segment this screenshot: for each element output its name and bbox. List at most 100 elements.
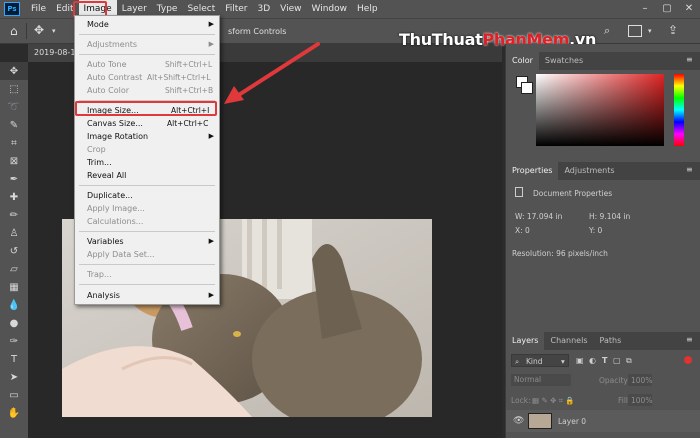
filter-search-icon: ⌕ xyxy=(515,357,520,366)
adjustment-filter-icon[interactable]: ◐ xyxy=(589,356,596,365)
minimize-icon[interactable]: – xyxy=(634,0,656,18)
workspace-icon[interactable] xyxy=(628,25,642,37)
menu-item-mode[interactable]: Mode ▶ xyxy=(75,19,219,31)
eyedropper-tool-icon[interactable]: ✒ xyxy=(0,170,28,188)
layer-thumbnail xyxy=(528,413,552,429)
layer-name[interactable]: Layer 0 xyxy=(558,417,586,426)
crop-tool-icon[interactable]: ⌗ xyxy=(0,134,28,152)
opacity-label: Opacity: xyxy=(599,376,630,385)
image-menu-dropdown: Mode ▶ Adjustments ▶ Auto Tone Shift+Ctrl+L… xyxy=(74,15,220,305)
close-icon[interactable]: ✕ xyxy=(678,0,700,18)
move-tool-icon[interactable]: ✥ xyxy=(34,23,44,37)
type-filter-icon[interactable]: T xyxy=(602,356,607,365)
blur-tool-icon[interactable]: 💧 xyxy=(0,296,28,314)
search-icon[interactable]: ⌕ xyxy=(604,24,610,38)
submenu-arrow-icon: ▶ xyxy=(208,237,214,245)
menu-help[interactable]: Help xyxy=(352,0,383,18)
chevron-down-icon[interactable]: ▾ xyxy=(648,27,652,35)
menu-item-image-rotation[interactable]: Image Rotation ▶ xyxy=(75,131,219,143)
transform-controls-label[interactable]: sform Controls xyxy=(228,27,286,36)
annotation-arrow-icon xyxy=(224,42,320,104)
move-tool-icon[interactable]: ✥ xyxy=(0,62,28,80)
properties-panel-tabs: Properties Adjustments xyxy=(506,162,700,180)
chevron-down-icon[interactable]: ▾ xyxy=(52,27,56,35)
menu-item-duplicate[interactable]: Duplicate... xyxy=(75,190,219,202)
tab-adjustments[interactable]: Adjustments xyxy=(558,162,620,180)
menu-item-canvas-size[interactable]: Canvas Size... Alt+Ctrl+C xyxy=(75,118,219,130)
menu-view[interactable]: View xyxy=(275,0,306,18)
clone-stamp-tool-icon[interactable]: ♙ xyxy=(0,224,28,242)
tab-swatches[interactable]: Swatches xyxy=(539,52,589,70)
pen-tool-icon[interactable]: ✑ xyxy=(0,332,28,350)
eye-visibility-icon[interactable]: 👁 xyxy=(513,416,524,426)
document-tab[interactable]: 2019-08-16 xyxy=(28,44,80,62)
document-icon xyxy=(515,187,523,197)
width-value[interactable]: W: 17.094 in xyxy=(515,212,562,221)
rectangle-tool-icon[interactable]: ▭ xyxy=(0,386,28,404)
dodge-tool-icon[interactable]: ● xyxy=(0,314,28,332)
eraser-tool-icon[interactable]: ▱ xyxy=(0,260,28,278)
quick-select-tool-icon[interactable]: ✎ xyxy=(0,116,28,134)
pixel-filter-icon[interactable]: ▣ xyxy=(576,356,584,365)
panel-menu-icon[interactable]: ≡ xyxy=(686,335,693,344)
menu-item-analysis[interactable]: Analysis ▶ xyxy=(75,290,219,302)
hue-slider[interactable] xyxy=(674,74,684,146)
color-picker-field[interactable] xyxy=(536,74,664,146)
menu-item-trap[interactable]: Trap... xyxy=(75,269,219,281)
gradient-tool-icon[interactable]: ▦ xyxy=(0,278,28,296)
menu-separator xyxy=(79,185,215,186)
filter-toggle-icon[interactable] xyxy=(684,356,692,364)
menu-item-apply-image[interactable]: Apply Image... xyxy=(75,203,219,215)
blend-mode-select[interactable]: Normal xyxy=(511,374,571,386)
tools-panel: ✥ ⬚ ➰ ✎ ⌗ ⊠ ✒ ✚ ✏ ♙ ↺ ▱ ▦ 💧 ● ✑ T ➤ ▭ ✋ xyxy=(0,62,28,438)
menu-item-auto-color[interactable]: Auto Color Shift+Ctrl+B xyxy=(75,85,219,97)
menu-item-auto-contrast[interactable]: Auto Contrast Alt+Shift+Ctrl+L xyxy=(75,72,219,84)
type-tool-icon[interactable]: T xyxy=(0,350,28,368)
menu-separator xyxy=(79,54,215,55)
menu-item-calculations[interactable]: Calculations... xyxy=(75,216,219,228)
tab-layers[interactable]: Layers xyxy=(506,332,545,350)
height-value[interactable]: H: 9.104 in xyxy=(589,212,630,221)
menu-item-adjustments[interactable]: Adjustments ▶ xyxy=(75,39,219,51)
tab-paths[interactable]: Paths xyxy=(594,332,628,350)
menu-item-variables[interactable]: Variables ▶ xyxy=(75,236,219,248)
healing-brush-tool-icon[interactable]: ✚ xyxy=(0,188,28,206)
tab-color[interactable]: Color xyxy=(506,52,539,70)
shape-filter-icon[interactable]: ▢ xyxy=(613,356,621,365)
menu-item-auto-tone[interactable]: Auto Tone Shift+Ctrl+L xyxy=(75,59,219,71)
maximize-icon[interactable]: ▢ xyxy=(656,0,678,18)
menu-item-apply-data-set[interactable]: Apply Data Set... xyxy=(75,249,219,261)
tab-properties[interactable]: Properties xyxy=(506,162,559,180)
background-color-swatch[interactable] xyxy=(521,82,533,94)
marquee-tool-icon[interactable]: ⬚ xyxy=(0,80,28,98)
menu-window[interactable]: Window xyxy=(307,0,353,18)
smart-object-filter-icon[interactable]: ⧉ xyxy=(626,356,632,366)
panel-menu-icon[interactable]: ≡ xyxy=(686,165,693,174)
menu-filter[interactable]: Filter xyxy=(220,0,252,18)
submenu-arrow-icon: ▶ xyxy=(208,132,214,140)
menu-3d[interactable]: 3D xyxy=(253,0,276,18)
window-controls: – ▢ ✕ xyxy=(634,0,700,18)
submenu-arrow-icon: ▶ xyxy=(208,20,214,28)
lasso-tool-icon[interactable]: ➰ xyxy=(0,98,28,116)
menu-separator xyxy=(79,284,215,285)
right-panels: Color Swatches ≡ Properties Adjustments … xyxy=(505,44,700,438)
share-icon[interactable]: ⇪ xyxy=(668,23,678,37)
layer-row[interactable]: 👁 Layer 0 xyxy=(506,410,700,432)
menu-file[interactable]: File xyxy=(26,0,51,18)
x-value[interactable]: X: 0 xyxy=(515,226,530,235)
home-icon[interactable]: ⌂ xyxy=(10,24,18,38)
panel-menu-icon[interactable]: ≡ xyxy=(686,55,693,64)
layer-filter-select[interactable]: ⌕ Kind ▾ xyxy=(511,354,569,367)
frame-tool-icon[interactable]: ⊠ xyxy=(0,152,28,170)
path-selection-tool-icon[interactable]: ➤ xyxy=(0,368,28,386)
menu-item-trim[interactable]: Trim... xyxy=(75,157,219,169)
brush-tool-icon[interactable]: ✏ xyxy=(0,206,28,224)
menu-item-reveal-all[interactable]: Reveal All xyxy=(75,170,219,182)
history-brush-tool-icon[interactable]: ↺ xyxy=(0,242,28,260)
menu-item-crop[interactable]: Crop xyxy=(75,144,219,156)
lock-icons[interactable]: ▦ ✎ ✥ ⌗ 🔒 xyxy=(532,396,575,406)
hand-tool-icon[interactable]: ✋ xyxy=(0,404,28,422)
tab-channels[interactable]: Channels xyxy=(544,332,593,350)
y-value[interactable]: Y: 0 xyxy=(589,226,602,235)
